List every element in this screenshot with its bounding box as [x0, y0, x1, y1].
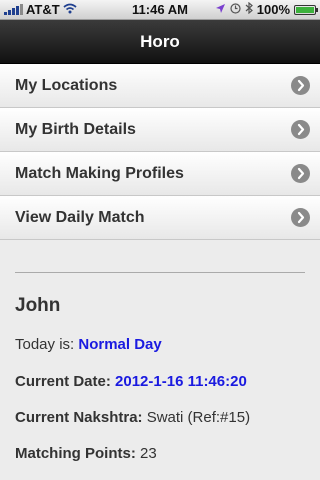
bluetooth-icon: [245, 1, 253, 17]
divider: [15, 272, 305, 273]
matching-points-label: Matching Points:: [15, 445, 136, 462]
menu-item-my-locations[interactable]: My Locations: [0, 64, 320, 108]
menu-item-match-making-profiles[interactable]: Match Making Profiles: [0, 152, 320, 196]
chevron-right-icon: [291, 164, 310, 183]
menu-item-view-daily-match[interactable]: View Daily Match: [0, 196, 320, 240]
menu-item-label: My Locations: [15, 77, 118, 94]
menu-item-my-birth-details[interactable]: My Birth Details: [0, 108, 320, 152]
battery-icon: [294, 4, 318, 15]
matching-points-row: Matching Points: 23: [15, 445, 157, 462]
user-name: John: [15, 295, 61, 316]
nakshatra-row: Current Nakshtra: Swati (Ref:#15): [15, 409, 250, 426]
today-row: Today is: Normal Day: [15, 336, 162, 353]
today-label: Today is:: [15, 336, 75, 353]
nav-bar: Horo: [0, 20, 320, 64]
menu-item-label: Match Making Profiles: [15, 165, 184, 182]
nakshatra-label: Current Nakshtra:: [15, 409, 143, 426]
menu-list: My Locations My Birth Details Match Maki…: [0, 64, 320, 240]
status-bar: AT&T 11:46 AM 100%: [0, 0, 320, 20]
chevron-right-icon: [291, 76, 310, 95]
clock-icon: [230, 2, 241, 17]
battery-label: 100%: [256, 2, 290, 17]
chevron-right-icon: [291, 120, 310, 139]
current-date-label: Current Date:: [15, 373, 111, 390]
nakshatra-value: Swati (Ref:#15): [146, 409, 251, 426]
location-icon: [215, 2, 226, 17]
today-value: Normal Day: [78, 336, 162, 353]
chevron-right-icon: [291, 208, 310, 227]
page-title: Horo: [140, 32, 180, 51]
current-date-row: Current Date: 2012-1-16 11:46:20: [15, 373, 247, 390]
battery-fill: [296, 6, 314, 13]
matching-points-value: 23: [140, 445, 157, 462]
menu-item-label: My Birth Details: [15, 121, 136, 138]
status-right: 100%: [215, 1, 318, 17]
menu-item-label: View Daily Match: [15, 209, 145, 226]
current-date-value: 2012-1-16 11:46:20: [115, 373, 247, 390]
